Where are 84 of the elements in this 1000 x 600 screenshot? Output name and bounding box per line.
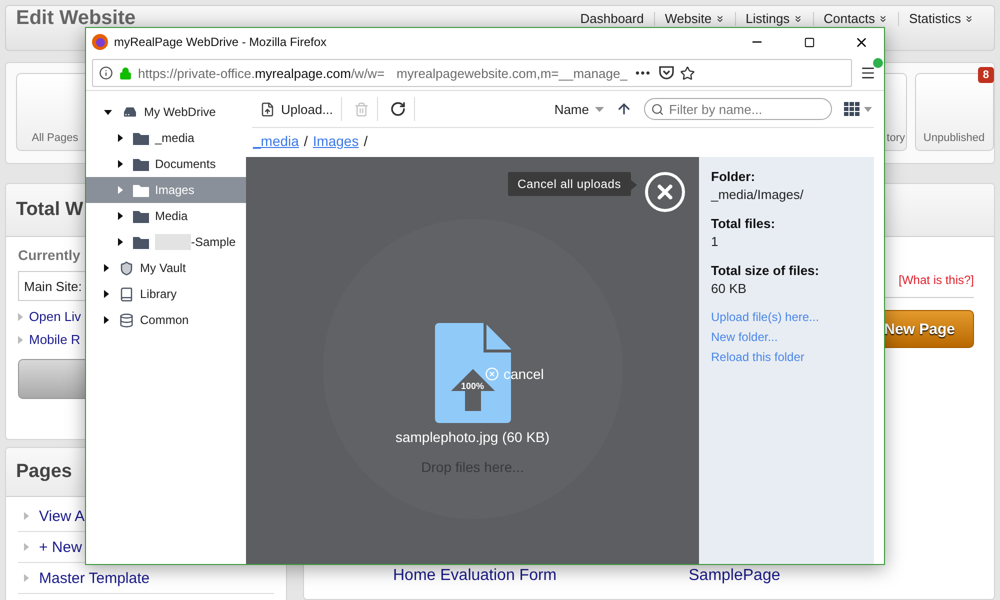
expanded-caret-icon[interactable] — [104, 110, 112, 114]
window-title: myRealPage WebDrive - Mozilla Firefox — [114, 35, 328, 49]
nav-link[interactable]: Website — [654, 12, 735, 26]
sort-direction-icon[interactable] — [616, 101, 632, 117]
info-label: Total files: — [711, 216, 776, 231]
tree-item[interactable]: -Sample — [86, 229, 246, 255]
tree-item[interactable]: Library — [86, 281, 246, 307]
cancel-all-button[interactable] — [645, 172, 685, 212]
bullet-icon — [24, 512, 29, 520]
breadcrumb-link[interactable]: _media — [253, 133, 299, 157]
grid-icon — [844, 102, 860, 116]
star-icon — [680, 66, 696, 80]
folder-icon — [133, 158, 149, 170]
maximize-icon — [804, 36, 814, 48]
nav-link[interactable]: Dashboard — [570, 12, 654, 26]
bullet-icon — [18, 336, 23, 344]
tooltip-pointer-icon — [631, 180, 637, 190]
collapsed-caret-icon[interactable] — [118, 160, 123, 168]
collapsed-caret-icon[interactable] — [118, 212, 123, 220]
field-label: Currently — [18, 247, 82, 263]
site-link[interactable]: Open Liv — [18, 309, 82, 324]
tile-label: tory — [886, 132, 905, 144]
nav-link[interactable]: Statistics — [898, 12, 984, 26]
tooltip: Cancel all uploads — [508, 172, 631, 196]
tree-item[interactable]: My Vault — [86, 255, 246, 281]
address-bar[interactable]: https://private-office.myrealpage.com/w/w= myrealpagewebsite.com,m=__manage_ ••• — [92, 59, 852, 87]
site-link[interactable]: Mobile R — [18, 332, 80, 347]
drive-icon — [122, 104, 138, 120]
count-badge: 8 — [978, 67, 994, 83]
path-separator: / — [304, 133, 308, 151]
file-upload-icon — [260, 102, 275, 116]
book-icon — [119, 286, 134, 302]
page-link[interactable]: SamplePage — [688, 567, 780, 585]
tree-item[interactable]: Media — [86, 203, 246, 229]
collapsed-caret-icon[interactable] — [104, 290, 109, 298]
shield-icon — [119, 260, 134, 276]
breadcrumb-link[interactable]: Images — [312, 133, 359, 157]
folder-icon — [133, 210, 149, 222]
info-value: 60 KB — [711, 281, 748, 296]
bullet-icon — [24, 574, 29, 582]
search-icon — [651, 103, 664, 116]
file-name: samplephoto.jpg (60 KB) — [395, 428, 550, 444]
filter-field[interactable]: Filter by name... — [644, 98, 832, 120]
trash-icon — [354, 102, 370, 116]
path-separator: / — [364, 133, 368, 151]
collapsed-caret-icon[interactable] — [118, 238, 123, 246]
bullet-icon — [24, 543, 29, 551]
nav-link[interactable]: Contacts — [812, 12, 898, 26]
card-title: Pages — [16, 461, 72, 483]
tree-item[interactable]: Common — [86, 307, 246, 333]
info-label: Total size of files: — [711, 263, 820, 278]
info-label: Folder: — [711, 169, 756, 184]
menu-icon — [860, 65, 876, 81]
more-button[interactable]: ••• — [633, 64, 654, 82]
upload-button[interactable]: Upload... — [252, 97, 342, 121]
caret-icon — [595, 106, 604, 112]
info-icon — [99, 66, 113, 80]
nav-link[interactable]: Listings — [734, 12, 813, 26]
collapsed-caret-icon[interactable] — [104, 316, 109, 324]
database-icon — [119, 312, 134, 328]
collapsed-caret-icon[interactable] — [104, 264, 109, 272]
collapsed-caret-icon[interactable] — [118, 134, 123, 142]
browser-logo-icon — [92, 34, 108, 50]
view-mode-button[interactable] — [842, 100, 874, 118]
sort-button[interactable]: Name — [546, 97, 612, 121]
card-title: Total W — [16, 199, 84, 221]
tile-label: All Pages — [32, 132, 78, 144]
caret-icon — [864, 106, 872, 112]
url-text: myrealpagewebsite.com,m=__manage_ — [396, 66, 628, 80]
tile-label: Unpublished — [923, 132, 985, 144]
cancel-icon — [485, 366, 500, 380]
page-link[interactable]: Home Evaluation Form — [393, 567, 557, 585]
refresh-icon — [390, 101, 406, 117]
percent-label: 100% — [460, 380, 484, 390]
page-title: Edit Website — [16, 8, 136, 28]
bullet-icon — [18, 312, 23, 320]
folder-icon — [133, 184, 149, 196]
pocket-icon — [659, 66, 674, 80]
info-value: 1 — [711, 234, 720, 249]
tree-item[interactable]: Documents — [86, 151, 246, 177]
folder-icon — [133, 132, 149, 144]
info-value: _media/Images/ — [711, 187, 804, 202]
url-text: https://private-office.myrealpage.com/w/w= — [138, 66, 385, 80]
lock-icon — [119, 66, 132, 80]
